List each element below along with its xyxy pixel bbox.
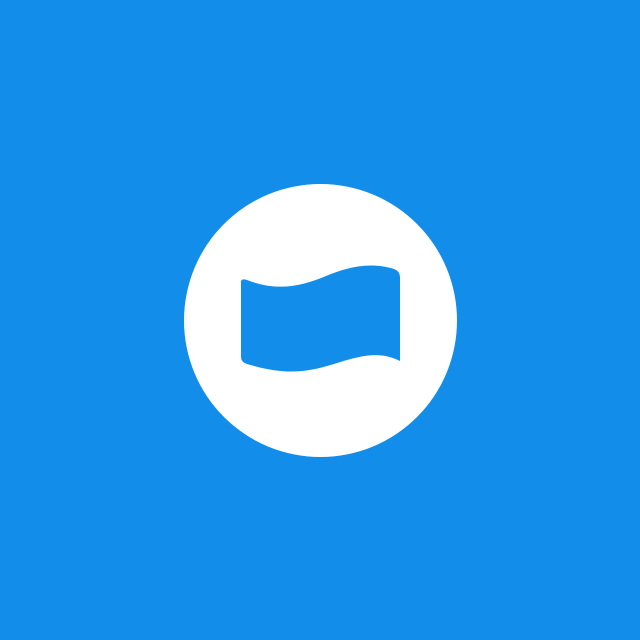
splash-screen [0,0,640,640]
flag-shape [241,265,400,372]
app-logo [184,184,457,457]
wavy-flag-icon [241,265,400,372]
